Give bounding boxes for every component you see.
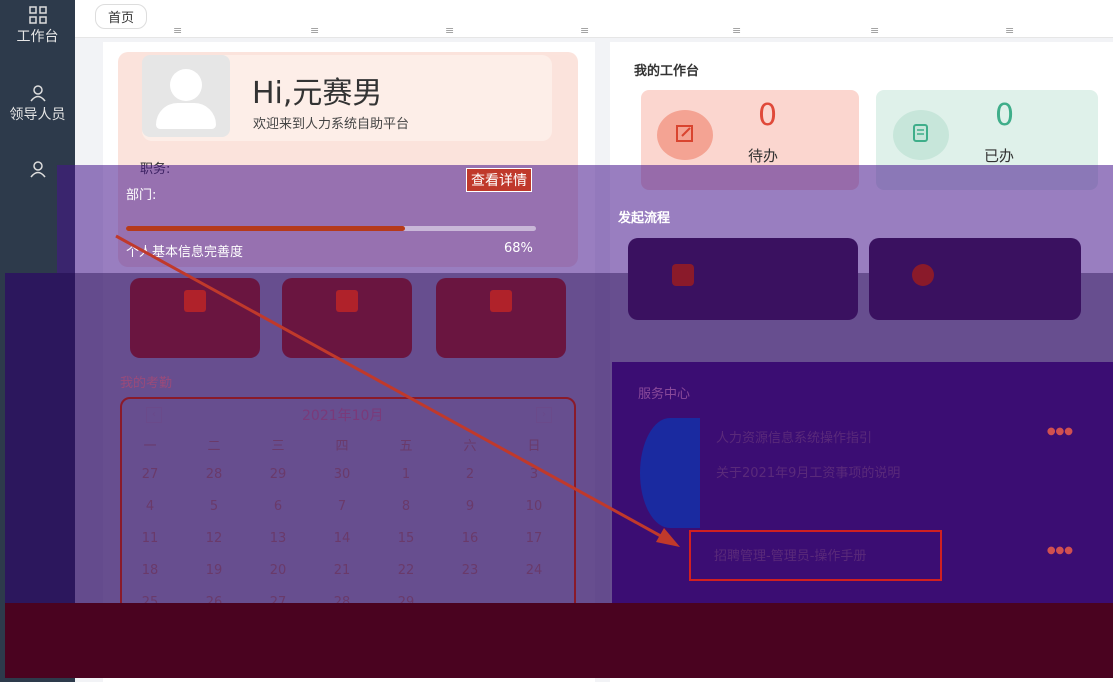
annotation-arrow: [115, 234, 680, 547]
